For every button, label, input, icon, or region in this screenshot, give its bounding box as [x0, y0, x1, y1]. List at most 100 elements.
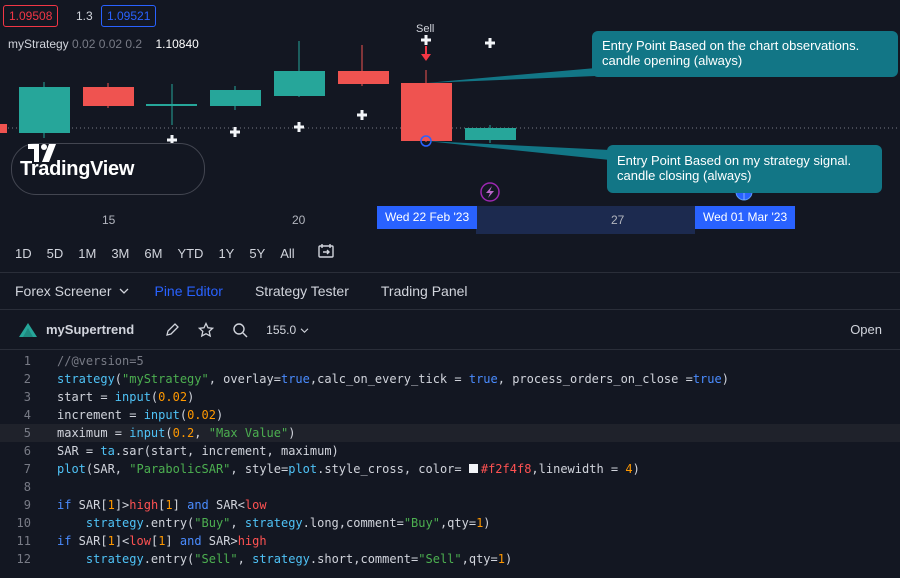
code-text: increment = input(0.02) — [57, 408, 224, 422]
range-selector: 1D 5D 1M 3M 6M YTD 1Y 5Y All — [0, 234, 900, 272]
code-text: SAR = ta.sar(start, increment, maximum) — [57, 444, 339, 458]
range-5d[interactable]: 5D — [47, 246, 64, 261]
legend-name: myStrategy — [8, 37, 69, 51]
tab-trading-panel[interactable]: Trading Panel — [381, 283, 468, 299]
line-number: 8 — [23, 480, 31, 494]
code-text: maximum = input(0.2, "Max Value") — [57, 426, 296, 440]
candle — [0, 124, 7, 133]
sar-cross — [294, 122, 304, 132]
chevron-down-icon — [300, 327, 308, 333]
line-number: 5 — [23, 426, 31, 440]
code-line: 10 strategy.entry("Buy", strategy.long,c… — [0, 514, 900, 532]
open-script-button[interactable]: Open — [850, 322, 882, 337]
line-number: 11 — [16, 534, 31, 548]
candle — [210, 90, 261, 106]
line-number: 6 — [23, 444, 31, 458]
code-line: 4 increment = input(0.02) — [0, 406, 900, 424]
price-chart[interactable]: 1.09508 1.3 1.09521 myStrategy 0.02 0.02… — [0, 0, 900, 206]
indicator-legend[interactable]: myStrategy 0.02 0.02 0.2 1.10840 — [8, 37, 199, 51]
code-line: 6 SAR = ta.sar(start, increment, maximum) — [0, 442, 900, 460]
candle — [19, 87, 70, 133]
range-3m[interactable]: 3M — [111, 246, 129, 261]
selected-range-band — [476, 206, 695, 234]
code-text: strategy("myStrategy", overlay=true,calc… — [57, 372, 729, 386]
line-number: 7 — [23, 462, 31, 476]
pine-logo-icon — [19, 322, 37, 337]
code-text: if SAR[1]>high[1] and SAR<low — [57, 498, 267, 512]
favorite-star-icon[interactable] — [198, 321, 215, 338]
tradingview-logo[interactable]: TradingView — [11, 143, 205, 195]
range-1d[interactable]: 1D — [15, 246, 32, 261]
line-number: 4 — [23, 408, 31, 422]
tab-forex-screener[interactable]: Forex Screener — [15, 283, 129, 299]
sell-label: Sell — [416, 23, 435, 35]
candle — [338, 71, 389, 84]
line-number: 12 — [16, 552, 31, 566]
line-number: 9 — [23, 498, 31, 512]
callout-candle-opening[interactable]: Entry Point Based on the chart observati… — [592, 31, 898, 77]
line-number: 10 — [16, 516, 31, 530]
sar-cross — [357, 110, 367, 120]
range-1m[interactable]: 1M — [78, 246, 96, 261]
range-all[interactable]: All — [280, 246, 294, 261]
bid-price[interactable]: 1.09508 — [3, 5, 59, 27]
ask-price[interactable]: 1.09521 — [101, 5, 157, 27]
tab-pine-editor[interactable]: Pine Editor — [154, 283, 222, 299]
time-tick: 20 — [292, 213, 306, 227]
time-tick: 15 — [102, 213, 116, 227]
code-text: strategy.entry("Buy", strategy.long,comm… — [85, 516, 491, 530]
sar-cross — [485, 38, 495, 48]
line-number: 3 — [23, 390, 31, 404]
code-text: if SAR[1]<low[1] and SAR>high — [57, 534, 267, 548]
search-icon[interactable] — [232, 322, 248, 338]
chevron-down-icon — [120, 288, 129, 294]
time-tick: 27 — [611, 213, 625, 227]
candle — [83, 87, 134, 106]
callout-candle-closing[interactable]: Entry Point Based on my strategy signal.… — [607, 145, 882, 193]
time-axis[interactable]: 15 20 27 Wed 22 Feb '23 Wed 01 Mar '23 — [0, 206, 900, 234]
code-editor[interactable]: 1 //@version=5 2 strategy("myStrategy", ov… — [0, 352, 900, 578]
compare-icon[interactable] — [317, 243, 335, 264]
code-line: 1 //@version=5 — [0, 352, 900, 370]
zoom-value: 155.0 — [266, 322, 297, 337]
range-1y[interactable]: 1Y — [218, 246, 234, 261]
script-name[interactable]: mySupertrend — [46, 322, 134, 337]
callout-line: Entry Point Based on the chart observati… — [602, 38, 860, 53]
pine-editor-toolbar: mySupertrend 155.0 Open — [0, 310, 900, 350]
code-line: 7 plot(SAR, "ParabolicSAR", style=plot.st… — [0, 460, 900, 478]
line-number: 1 — [23, 354, 31, 368]
legend-value: 1.10840 — [155, 37, 199, 51]
code-line: 11 if SAR[1]<low[1] and SAR>high — [0, 532, 900, 550]
legend-params: 0.02 0.02 0.2 — [72, 37, 143, 51]
candle — [465, 128, 516, 140]
bottom-panel-tabs: Forex Screener Pine Editor Strategy Test… — [0, 272, 900, 310]
range-ytd[interactable]: YTD — [177, 246, 203, 261]
range-6m[interactable]: 6M — [144, 246, 162, 261]
callout-pointer — [426, 68, 596, 83]
rename-pencil-icon[interactable] — [164, 322, 180, 338]
code-text: //@version=5 — [57, 354, 144, 368]
code-line: 9 if SAR[1]>high[1] and SAR<low — [0, 496, 900, 514]
tradingview-logo-icon — [28, 144, 56, 162]
candle — [146, 104, 197, 106]
range-5y[interactable]: 5Y — [249, 246, 265, 261]
sar-cross — [421, 35, 431, 45]
tab-label: Forex Screener — [15, 283, 112, 299]
callout-line: Entry Point Based on my strategy signal. — [617, 153, 852, 168]
sell-arrow — [421, 46, 431, 61]
candle — [401, 83, 452, 141]
code-text: plot(SAR, "ParabolicSAR", style=plot.sty… — [57, 462, 640, 476]
code-line: 3 start = input(0.02) — [0, 388, 900, 406]
editor-zoom[interactable]: 155.0 — [266, 323, 308, 337]
callout-pointer — [426, 141, 610, 160]
candles — [0, 41, 516, 143]
code-line: 2 strategy("myStrategy", overlay=true,cal… — [0, 370, 900, 388]
code-text: start = input(0.02) — [57, 390, 195, 404]
tab-strategy-tester[interactable]: Strategy Tester — [255, 283, 349, 299]
code-line: 12 strategy.entry("Sell", strategy.short… — [0, 550, 900, 568]
code-line-current: 5 maximum = input(0.2, "Max Value") — [0, 424, 900, 442]
candle — [274, 71, 325, 96]
date-pill-start: Wed 22 Feb '23 — [377, 206, 478, 229]
sar-cross — [230, 127, 240, 137]
date-pill-end: Wed 01 Mar '23 — [695, 206, 796, 229]
